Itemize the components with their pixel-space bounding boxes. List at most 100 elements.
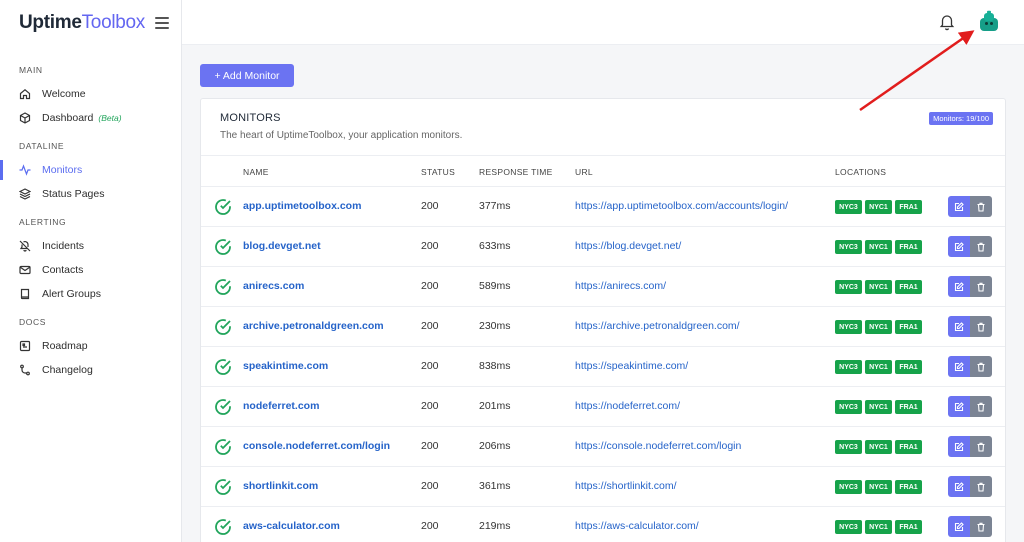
status-code: 200 [421,240,439,252]
status-code: 200 [421,320,439,332]
location-badge: FRA1 [895,520,922,534]
edit-icon [954,241,964,251]
edit-button[interactable] [948,356,970,377]
sidebar-item-label: Status Pages [42,188,105,200]
add-monitor-button[interactable]: + Add Monitor [200,64,294,87]
location-badges: NYC3 NYC1 FRA1 [835,360,922,374]
monitor-url-link[interactable]: https://blog.devget.net/ [575,240,681,252]
brand-name-part2: Toolbox [81,11,146,33]
monitors-subtitle: The heart of UptimeToolbox, your applica… [220,130,463,141]
mail-icon [19,264,31,276]
edit-icon [954,521,964,531]
edit-button[interactable] [948,436,970,457]
row-actions [948,236,992,257]
notifications-bell-icon[interactable] [939,13,955,31]
edit-button[interactable] [948,196,970,217]
edit-button[interactable] [948,316,970,337]
delete-button[interactable] [970,236,992,257]
trash-icon [977,282,985,292]
sidebar-item-label: Incidents [42,240,85,252]
sidebar-item-status-pages[interactable]: Status Pages [0,182,181,206]
edit-icon [954,361,964,371]
monitor-name-link[interactable]: app.uptimetoolbox.com [243,200,361,212]
delete-button[interactable] [970,276,992,297]
response-time: 361ms [479,480,511,492]
edit-button[interactable] [948,276,970,297]
edit-button[interactable] [948,236,970,257]
location-badge: FRA1 [895,200,922,214]
status-code: 200 [421,400,439,412]
monitor-url-link[interactable]: https://nodeferret.com/ [575,400,680,412]
sidebar-item-welcome[interactable]: Welcome [0,82,181,106]
delete-button[interactable] [970,356,992,377]
monitor-name-link[interactable]: blog.devget.net [243,240,321,252]
location-badges: NYC3 NYC1 FRA1 [835,400,922,414]
monitor-name-link[interactable]: shortlinkit.com [243,480,318,492]
location-badges: NYC3 NYC1 FRA1 [835,440,922,454]
status-code: 200 [421,520,439,532]
delete-button[interactable] [970,316,992,337]
column-header-status: STATUS [421,167,456,177]
trash-icon [977,442,985,452]
response-time: 377ms [479,200,511,212]
monitor-url-link[interactable]: https://shortlinkit.com/ [575,480,677,492]
edit-icon [954,201,964,211]
sidebar-item-label: Dashboard [42,112,94,124]
trash-icon [977,202,985,212]
sidebar-item-changelog[interactable]: Changelog [0,358,181,382]
delete-button[interactable] [970,396,992,417]
edit-button[interactable] [948,396,970,417]
edit-button[interactable] [948,516,970,537]
delete-button[interactable] [970,476,992,497]
monitor-name-link[interactable]: archive.petronaldgreen.com [243,320,384,332]
edit-button[interactable] [948,476,970,497]
monitor-url-link[interactable]: https://speakintime.com/ [575,360,688,372]
status-check-icon [213,277,233,297]
location-badge: FRA1 [895,280,922,294]
location-badge: NYC1 [865,400,892,414]
sidebar-item-dashboard[interactable]: Dashboard (Beta) [0,106,181,130]
monitor-url-link[interactable]: https://app.uptimetoolbox.com/accounts/l… [575,200,788,212]
delete-button[interactable] [970,436,992,457]
sidebar-item-alert-groups[interactable]: Alert Groups [0,282,181,306]
brand-logo[interactable]: Uptime Toolbox [0,0,181,45]
sidebar-item-monitors[interactable]: Monitors [0,158,181,182]
monitor-name-link[interactable]: speakintime.com [243,360,328,372]
location-badge: NYC3 [835,320,862,334]
monitor-url-link[interactable]: https://archive.petronaldgreen.com/ [575,320,740,332]
monitor-url-link[interactable]: https://console.nodeferret.com/login [575,440,741,452]
delete-button[interactable] [970,196,992,217]
trash-icon [977,402,985,412]
monitor-url-link[interactable]: https://anirecs.com/ [575,280,666,292]
location-badge: NYC1 [865,440,892,454]
monitor-url-link[interactable]: https://aws-calculator.com/ [575,520,699,532]
monitor-name-link[interactable]: console.nodeferret.com/login [243,440,390,452]
location-badges: NYC3 NYC1 FRA1 [835,240,922,254]
location-badge: FRA1 [895,320,922,334]
top-bar [182,0,1024,45]
location-badge: FRA1 [895,480,922,494]
monitor-name-link[interactable]: anirecs.com [243,280,304,292]
location-badge: NYC1 [865,200,892,214]
sidebar-item-incidents[interactable]: Incidents [0,234,181,258]
monitor-name-link[interactable]: nodeferret.com [243,400,319,412]
sidebar-nav: MAIN Welcome Dashboard (Beta) DATALINE M… [0,45,181,382]
sidebar-item-label: Welcome [42,88,86,100]
delete-button[interactable] [970,516,992,537]
sidebar-item-roadmap[interactable]: Roadmap [0,334,181,358]
sidebar-item-label: Contacts [42,264,84,276]
map-icon [19,340,31,352]
response-time: 838ms [479,360,511,372]
row-actions [948,476,992,497]
edit-icon [954,281,964,291]
section-title-main: MAIN [19,65,43,75]
row-actions [948,516,992,537]
edit-icon [954,321,964,331]
user-avatar[interactable] [977,10,1001,34]
hamburger-menu-icon[interactable] [155,16,169,29]
monitors-table-body: app.uptimetoolbox.com 200 377ms https://… [201,187,1005,542]
column-header-locations: LOCATIONS [835,167,887,177]
sidebar-item-contacts[interactable]: Contacts [0,258,181,282]
status-check-icon [213,477,233,497]
monitor-name-link[interactable]: aws-calculator.com [243,520,340,532]
